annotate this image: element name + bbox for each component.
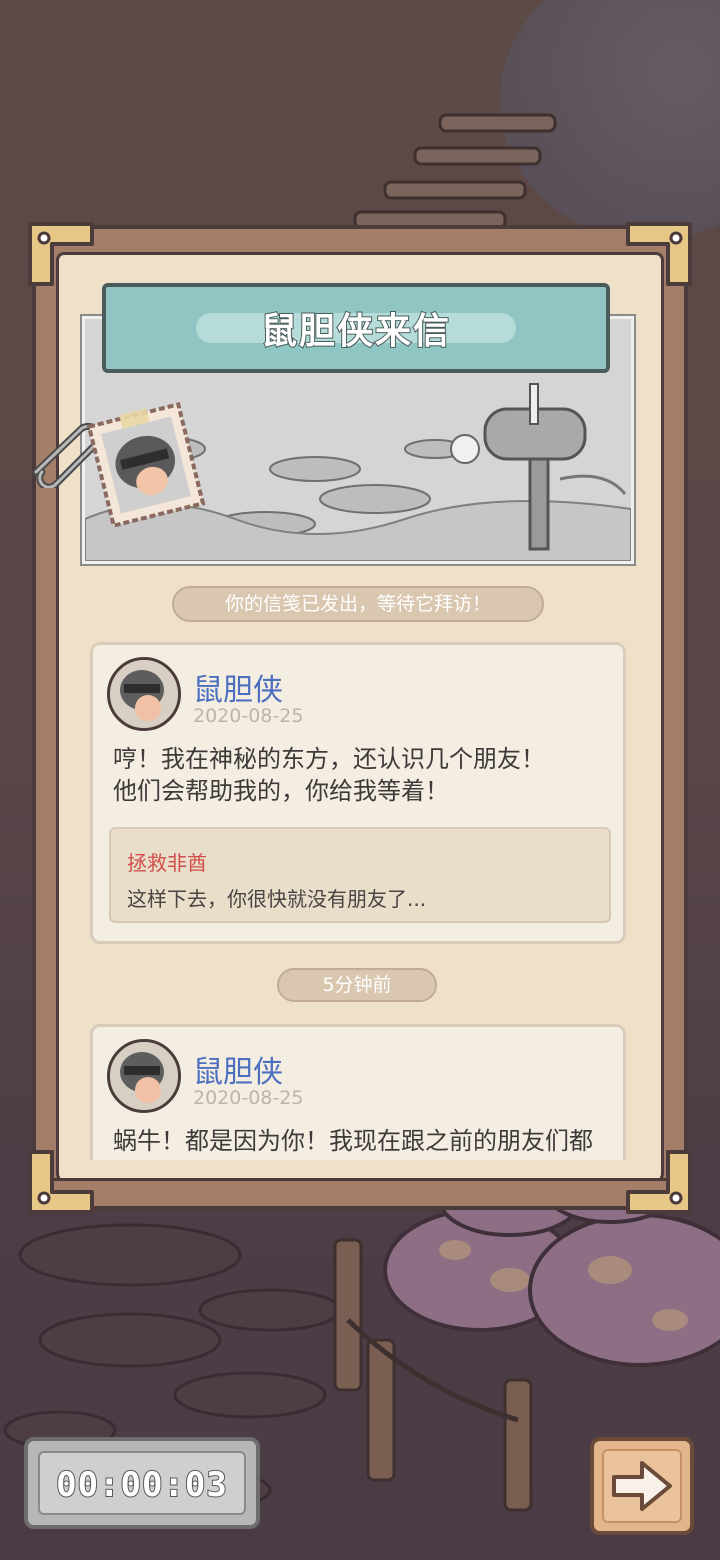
- timer-value: 00:00:03: [55, 1464, 228, 1506]
- sender-name: 鼠胆侠: [193, 1055, 283, 1090]
- message-line: 哼！我在神秘的东方，还认识几个朋友！: [113, 745, 545, 773]
- quoted-reply: 拯救非酋 这样下去，你很快就没有朋友了...: [109, 827, 611, 923]
- letter-title: 鼠胆侠来信: [260, 310, 451, 353]
- corner-bracket-icon: [28, 1150, 94, 1214]
- next-button[interactable]: [590, 1437, 694, 1535]
- corner-bracket-icon: [626, 222, 692, 286]
- masked-rat-avatar: [107, 1039, 181, 1113]
- message-text: 哼！我在神秘的东方，还认识几个朋友！ 他们会帮助我的，你给我等着！: [113, 743, 613, 807]
- message-line: 他们会帮助我的，你给我等着！: [113, 777, 449, 805]
- arrow-right-icon: [612, 1461, 672, 1511]
- sender-name: 鼠胆侠: [193, 673, 283, 708]
- elapsed-timer: 00:00:03: [24, 1437, 260, 1529]
- corner-bracket-icon: [28, 222, 94, 286]
- quoted-reply-body: 这样下去，你很快就没有朋友了...: [127, 887, 427, 911]
- message-text: 蜗牛！都是因为你！我现在跟之前的朋友们都: [113, 1125, 613, 1157]
- message-date: 2020-08-25: [193, 705, 304, 727]
- panel-frame-bottom: [32, 1178, 688, 1210]
- masked-rat-avatar: [107, 657, 181, 731]
- corner-bracket-icon: [626, 1150, 692, 1214]
- letter-title-banner: 鼠胆侠来信: [102, 283, 610, 373]
- message-line: 蜗牛！都是因为你！我现在跟之前的朋友们都: [113, 1127, 593, 1155]
- game-screen: 鼠胆侠来信 你的信笺已发出，等待它拜访！ 鼠胆侠 2020-08-25 哼！我在…: [0, 0, 720, 1560]
- letter-message-card: 鼠胆侠 2020-08-25 哼！我在神秘的东方，还认识几个朋友！ 他们会帮助我…: [90, 642, 626, 944]
- background-mushrooms: [383, 1180, 720, 1367]
- status-message-pill: 你的信笺已发出，等待它拜访！: [172, 586, 544, 622]
- message-date: 2020-08-25: [193, 1087, 304, 1109]
- time-ago-pill: 5分钟前: [277, 968, 437, 1002]
- quoted-reply-title: 拯救非酋: [127, 851, 207, 875]
